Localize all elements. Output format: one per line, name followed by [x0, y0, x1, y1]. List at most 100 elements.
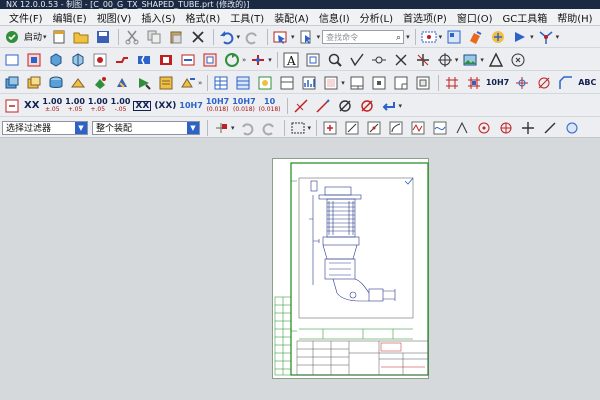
- tolerance-unilateral-minus-button[interactable]: 1.00 -.05: [111, 97, 131, 114]
- tabular-note-icon[interactable]: [277, 74, 297, 92]
- notes-table-icon[interactable]: [321, 74, 341, 92]
- border-zone-icon[interactable]: [369, 74, 389, 92]
- redo-icon[interactable]: [242, 28, 262, 46]
- chevron-down-icon[interactable]: ▾: [455, 56, 459, 64]
- centerline-icon[interactable]: [435, 51, 455, 69]
- chevron-down-icon[interactable]: ▾: [439, 33, 443, 41]
- table-note-icon[interactable]: [211, 74, 231, 92]
- paste-icon[interactable]: [166, 28, 186, 46]
- new-file-icon[interactable]: [49, 28, 69, 46]
- chevron-down-icon[interactable]: ▼: [75, 121, 87, 134]
- diameter-symbol-icon[interactable]: [357, 97, 377, 115]
- fit-tolerance-10h7-button[interactable]: 10H7: [486, 78, 509, 87]
- snap-arc-icon[interactable]: [386, 119, 406, 137]
- menu-help[interactable]: 帮助(H): [552, 10, 597, 25]
- graphics-window[interactable]: [0, 138, 600, 400]
- menu-edit[interactable]: 编辑(E): [48, 10, 92, 25]
- blank-icon[interactable]: [112, 74, 132, 92]
- chevron-down-icon[interactable]: »: [242, 56, 246, 64]
- snap-point-icon[interactable]: [518, 119, 538, 137]
- snap-endpoint-icon[interactable]: [320, 119, 340, 137]
- reference-dimension-button[interactable]: (XX): [154, 101, 176, 110]
- snap-curve-icon[interactable]: [430, 119, 450, 137]
- undo-selection-icon[interactable]: [237, 119, 257, 137]
- part-navigator-icon[interactable]: [2, 74, 22, 92]
- redo-selection-icon[interactable]: [259, 119, 279, 137]
- feature-control-icon[interactable]: [248, 51, 268, 69]
- snap-spline-icon[interactable]: [408, 119, 428, 137]
- tolerance-symmetric-button[interactable]: 1.00 ±.05: [42, 97, 62, 114]
- menu-view[interactable]: 视图(V): [92, 10, 137, 25]
- sheet-format-icon[interactable]: [347, 74, 367, 92]
- fit-10-limit-button[interactable]: 10 (0.018): [259, 97, 281, 114]
- fit-10h7-both-button[interactable]: 10H7 (0.018): [232, 97, 255, 114]
- view-creation-icon[interactable]: [24, 51, 44, 69]
- break-view-icon[interactable]: [134, 51, 154, 69]
- chevron-down-icon[interactable]: ▾: [399, 102, 403, 110]
- tolerance-bilateral-button[interactable]: 1.00 +.05: [65, 97, 85, 114]
- edit-dimension-icon[interactable]: [313, 97, 333, 115]
- delete-icon[interactable]: [188, 28, 208, 46]
- menu-window[interactable]: 窗口(O): [452, 10, 498, 25]
- snap-toggle-icon[interactable]: [211, 119, 231, 137]
- snap-line-icon[interactable]: [342, 119, 362, 137]
- section-view-icon[interactable]: [112, 51, 132, 69]
- title-block-icon[interactable]: [391, 74, 411, 92]
- return-arrow-icon[interactable]: [379, 97, 399, 115]
- null-symbol-icon[interactable]: [335, 97, 355, 115]
- snap-bounded-icon[interactable]: [562, 119, 582, 137]
- open-folder-icon[interactable]: [71, 28, 91, 46]
- play-icon[interactable]: [510, 28, 530, 46]
- zoom-icon[interactable]: [325, 51, 345, 69]
- wireframe-icon[interactable]: [90, 74, 110, 92]
- menu-info[interactable]: 信息(I): [314, 10, 355, 25]
- cut-icon[interactable]: [122, 28, 142, 46]
- view-bounds-icon[interactable]: [200, 51, 220, 69]
- detail-view-icon[interactable]: [90, 51, 110, 69]
- chevron-down-icon[interactable]: ▾: [291, 33, 295, 41]
- broken-view-icon[interactable]: [178, 51, 198, 69]
- menu-assembly[interactable]: 装配(A): [269, 10, 314, 25]
- grid-icon[interactable]: [464, 74, 484, 92]
- weld-symbol-icon[interactable]: [369, 51, 389, 69]
- menu-preferences[interactable]: 首选项(P): [398, 10, 452, 25]
- snap-tangent-icon[interactable]: [540, 119, 560, 137]
- fit-10h7-limit-button[interactable]: 10H7 (0.018): [206, 97, 229, 114]
- parts-list-icon[interactable]: [233, 74, 253, 92]
- abc-text-button[interactable]: ABC: [578, 78, 596, 87]
- chevron-down-icon[interactable]: ▾: [308, 124, 312, 132]
- snap-midpoint-icon[interactable]: [364, 119, 384, 137]
- menu-tools[interactable]: 工具(T): [225, 10, 269, 25]
- layout-icon[interactable]: [444, 28, 464, 46]
- chevron-down-icon[interactable]: »: [198, 79, 202, 87]
- menu-format[interactable]: 格式(R): [181, 10, 226, 25]
- tolerance-unilateral-plus-button[interactable]: 1.00 +.05: [88, 97, 108, 114]
- chevron-down-icon[interactable]: ▾: [237, 33, 241, 41]
- selection-filter-select[interactable]: 选择过滤器 ▼: [2, 120, 88, 135]
- chamfer-icon[interactable]: [556, 74, 576, 92]
- rectangle-select-icon[interactable]: [288, 119, 308, 137]
- start-button[interactable]: 启动: [24, 30, 42, 43]
- snap-intersection-icon[interactable]: [452, 119, 472, 137]
- symmetric-icon[interactable]: [512, 74, 532, 92]
- hole-table-icon[interactable]: [303, 51, 323, 69]
- menu-file[interactable]: 文件(F): [4, 10, 48, 25]
- menu-analysis[interactable]: 分析(L): [355, 10, 398, 25]
- snap-center-icon[interactable]: [474, 119, 494, 137]
- copy-icon[interactable]: [144, 28, 164, 46]
- chevron-down-icon[interactable]: ▾: [406, 33, 410, 41]
- tolerance-xx-button[interactable]: XX: [24, 100, 39, 110]
- search-icon[interactable]: ⌕: [396, 31, 401, 45]
- projected-view-icon[interactable]: [68, 51, 88, 69]
- move-to-layer-icon[interactable]: [178, 74, 198, 92]
- image-icon[interactable]: [460, 51, 480, 69]
- assembly-navigator-icon[interactable]: [24, 74, 44, 92]
- menu-gc-toolbox[interactable]: GC工具箱: [498, 10, 553, 25]
- fit-10h7-button[interactable]: 10H7: [179, 101, 202, 110]
- chevron-down-icon[interactable]: ▾: [268, 56, 272, 64]
- note-icon[interactable]: A: [281, 51, 301, 69]
- menu-insert[interactable]: 插入(S): [136, 10, 180, 25]
- search-input[interactable]: 查找命令 ⌕: [322, 29, 405, 45]
- wave-link-icon[interactable]: [488, 28, 508, 46]
- balloon-icon[interactable]: [508, 51, 528, 69]
